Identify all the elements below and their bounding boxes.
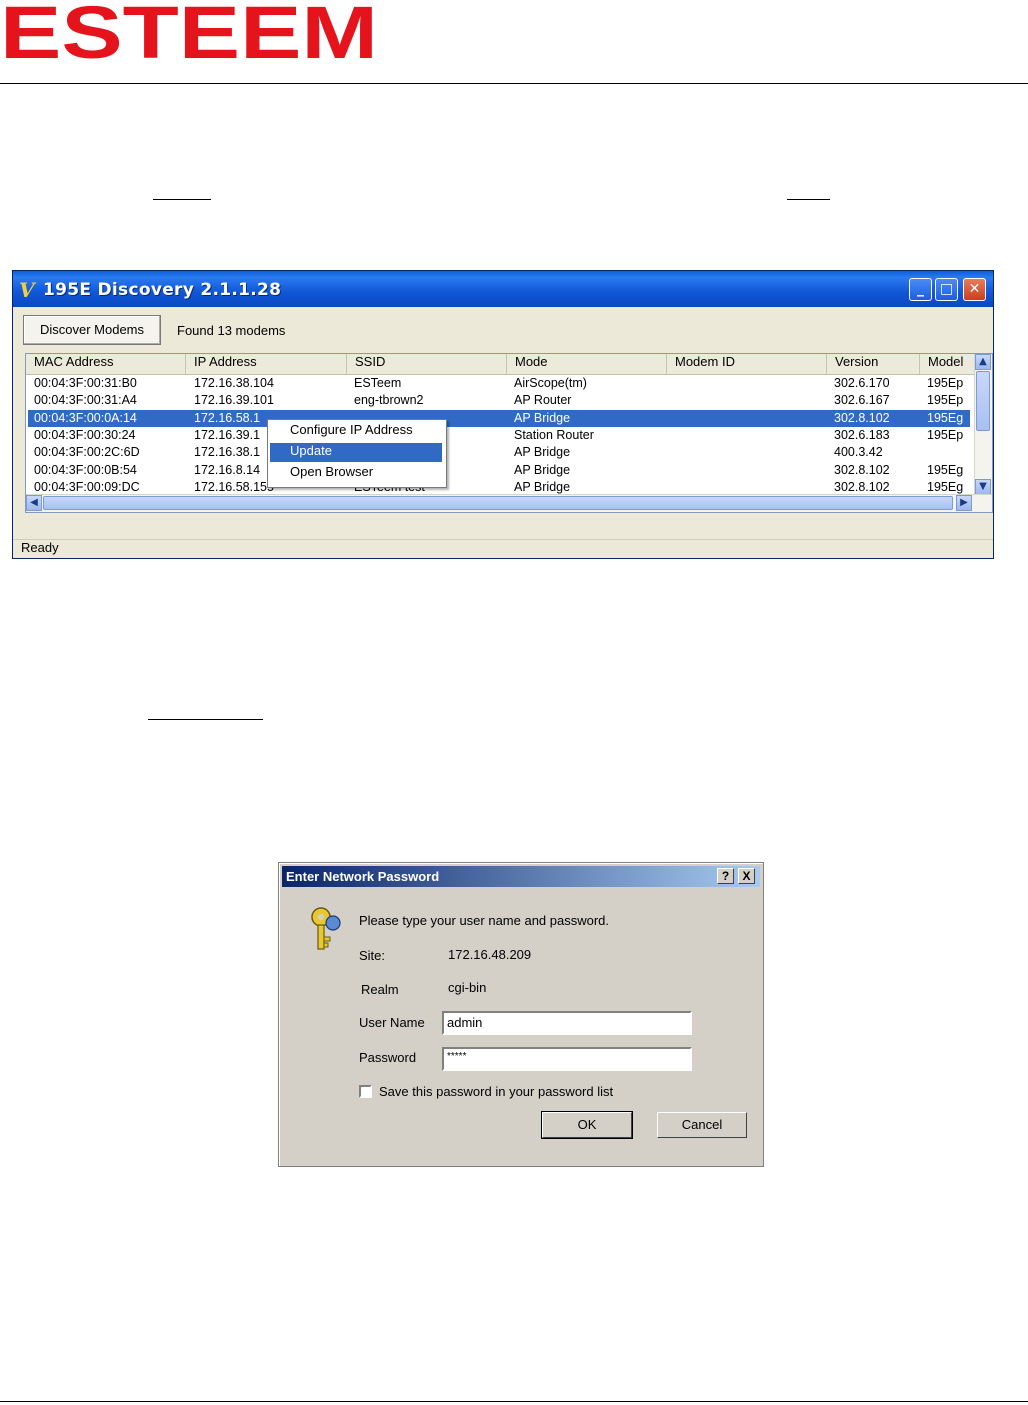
cell-version: 400.3.42 (834, 445, 883, 460)
password-dialog-titlebar: Enter Network Password ? X (282, 866, 760, 887)
cell-model: 195Eg (927, 462, 964, 477)
cell-model: 195Ep (927, 376, 964, 390)
minimize-button[interactable]: _ (909, 278, 932, 301)
menu-item-configure-ip[interactable]: Configure IP Address (270, 422, 442, 441)
scroll-up-button[interactable]: ▲ (975, 354, 991, 370)
cell-ssid: ESTeem (354, 376, 402, 390)
cell-version: 302.8.102 (834, 462, 890, 477)
menu-item-update[interactable]: Update (270, 443, 442, 462)
close-button[interactable]: ✕ (963, 278, 986, 301)
table-row[interactable]: 00:04:3F:00:0B:54 172.16.8.14 AP Bridge 302… (28, 462, 970, 479)
footer-divider (0, 1401, 1028, 1402)
password-dialog-title: Enter Network Password (286, 869, 440, 884)
table-row[interactable]: 00:04:3F:00:2C:6D 172.16.38.1 AP Bridge 400… (28, 444, 970, 461)
realm-value: cgi-bin (448, 980, 487, 995)
save-password-label: Save this password in your password list (379, 1084, 614, 1099)
cell-version: 302.6.167 (834, 393, 890, 408)
logo-text: ESTEEM (0, 0, 378, 64)
cell-ssid: eng-tbrown2 (354, 393, 424, 408)
cell-mode: AP Bridge (514, 410, 571, 425)
cell-mode: AP Router (514, 393, 572, 408)
scroll-down-button[interactable]: ▼ (975, 479, 991, 495)
site-label: Site: (359, 948, 386, 963)
cell-mac: 00:04:3F:00:0A:14 (34, 410, 137, 425)
column-header-mac[interactable]: MAC Address (26, 354, 186, 374)
column-header-ssid[interactable]: SSID (347, 354, 507, 374)
column-header-version[interactable]: Version (827, 354, 920, 374)
cell-model: 195Ep (927, 427, 964, 442)
list-header: MAC Address IP Address SSID Mode Modem I… (26, 354, 986, 375)
cell-mac: 00:04:3F:00:2C:6D (34, 445, 140, 460)
underline-mark (153, 199, 211, 200)
password-label: Password (359, 1050, 417, 1065)
cell-ip: 172.16.39.1 (194, 427, 261, 442)
underline-mark (787, 199, 830, 200)
save-password-checkbox[interactable] (359, 1085, 372, 1098)
dialog-close-button[interactable]: X (738, 868, 755, 884)
help-button[interactable]: ? (717, 868, 734, 884)
cell-ip: 172.16.58.1 (194, 410, 261, 425)
maximize-button[interactable]: □ (935, 278, 958, 301)
header-divider (0, 83, 1028, 84)
scroll-left-button[interactable]: ◀ (26, 495, 42, 511)
context-menu: Configure IP Address Update Open Browser (267, 419, 447, 488)
realm-label: Realm (361, 982, 399, 997)
discovery-window: V 195E Discovery 2.1.1.28 _ □ ✕ Discover… (12, 270, 994, 559)
cell-model: 195Eg (927, 410, 964, 425)
cell-version: 302.6.170 (834, 376, 890, 390)
horizontal-scroll-thumb[interactable] (43, 496, 953, 510)
username-input[interactable]: admin (442, 1011, 692, 1035)
cell-mac: 00:04:3F:00:31:B0 (34, 376, 137, 390)
cell-mac: 00:04:3F:00:0B:54 (34, 462, 137, 477)
vertical-scroll-thumb[interactable] (976, 371, 990, 431)
column-header-ip[interactable]: IP Address (186, 354, 347, 374)
cell-ip: 172.16.38.104 (194, 376, 274, 390)
cell-version: 302.8.102 (834, 410, 890, 425)
table-row[interactable]: 00:04:3F:00:0A:14 172.16.58.1 AP Bridge 302… (28, 409, 970, 427)
cell-ip: 172.16.38.1 (194, 445, 261, 460)
password-dialog: Enter Network Password ? X Please type y… (278, 862, 764, 1167)
underline-mark (148, 719, 263, 720)
cell-ip: 172.16.39.101 (194, 393, 274, 408)
discover-modems-button[interactable]: Discover Modems (23, 315, 161, 345)
password-input[interactable]: ***** (442, 1047, 692, 1071)
esteem-logo: ESTEEM (0, 0, 378, 64)
table-row[interactable]: 00:04:3F:00:31:A4 172.16.39.101 eng-tbrown… (28, 392, 970, 409)
cell-mode: AP Bridge (514, 445, 571, 460)
cell-mac: 00:04:3F:00:30:24 (34, 427, 136, 442)
discovery-titlebar: V 195E Discovery 2.1.1.28 _ □ ✕ (13, 271, 993, 307)
discovery-title: 195E Discovery 2.1.1.28 (43, 280, 282, 300)
cell-mode: AirScope(tm) (514, 376, 587, 390)
column-header-mode[interactable]: Mode (507, 354, 667, 374)
username-label: User Name (359, 1015, 425, 1030)
cell-model: 195Ep (927, 393, 964, 408)
cell-version: 302.6.183 (834, 427, 890, 442)
status-bar: Ready (13, 539, 993, 558)
cell-ip: 172.16.8.14 (194, 462, 261, 477)
vertical-scrollbar[interactable]: ▲ ▼ (974, 354, 992, 495)
table-row[interactable]: 00:04:3F:00:30:24 172.16.39.1 Station Rout… (28, 427, 970, 444)
menu-item-open-browser[interactable]: Open Browser (270, 464, 442, 483)
password-prompt: Please type your user name and password. (359, 913, 610, 928)
cell-mode: Station Router (514, 427, 594, 442)
column-header-modem-id[interactable]: Modem ID (667, 354, 827, 374)
table-row[interactable]: 00:04:3F:00:31:B0 172.16.38.104 ESTeem AirS… (28, 375, 970, 392)
modem-list[interactable]: MAC Address IP Address SSID Mode Modem I… (25, 353, 993, 513)
horizontal-scrollbar[interactable]: ◀ ▶ (26, 494, 992, 512)
site-value: 172.16.48.209 (448, 947, 532, 962)
cell-mac: 00:04:3F:00:31:A4 (34, 393, 137, 408)
found-count-text: Found 13 modems (177, 323, 286, 338)
cancel-button[interactable]: Cancel (657, 1112, 747, 1138)
cell-mode: AP Bridge (514, 462, 571, 477)
scroll-right-button[interactable]: ▶ (956, 495, 972, 511)
ok-button[interactable]: OK (541, 1111, 633, 1139)
app-icon: V (19, 278, 35, 302)
keys-icon (311, 907, 341, 950)
